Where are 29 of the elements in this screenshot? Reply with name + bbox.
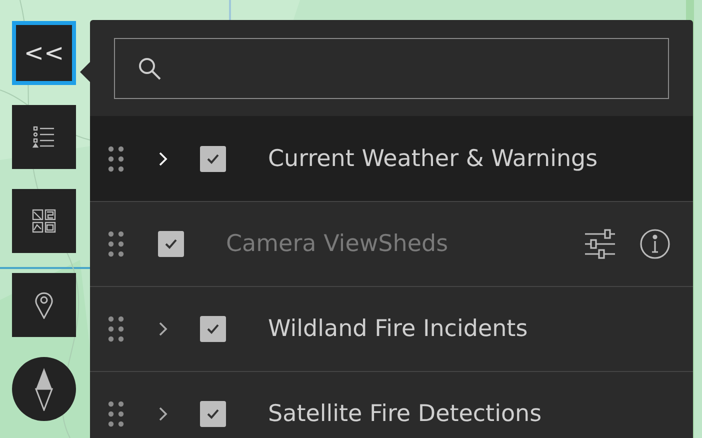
basemap-button[interactable] — [12, 189, 76, 253]
layer-row[interactable]: Wildland Fire Incidents — [90, 286, 693, 371]
sliders-icon[interactable] — [583, 227, 617, 261]
search-icon — [137, 56, 163, 82]
list-icon — [32, 125, 56, 149]
info-icon[interactable] — [639, 228, 671, 260]
layer-title: Wildland Fire Incidents — [268, 316, 529, 342]
layer-title: Satellite Fire Detections — [268, 401, 543, 427]
layer-title: Current Weather & Warnings — [268, 146, 599, 172]
search-field[interactable] — [114, 38, 669, 99]
checkbox[interactable] — [200, 316, 226, 342]
map-pin-icon — [34, 291, 54, 319]
checkbox[interactable] — [200, 146, 226, 172]
drag-handle-icon — [108, 145, 124, 173]
legend-button[interactable] — [12, 105, 76, 169]
checkbox[interactable] — [200, 401, 226, 427]
drag-handle-icon — [108, 400, 124, 428]
map-grid-icon — [32, 209, 56, 233]
drag-handle-icon — [108, 315, 124, 343]
chevron-right-icon[interactable] — [158, 406, 168, 422]
layer-row[interactable]: Satellite Fire Detections — [90, 371, 693, 438]
checkbox[interactable] — [158, 231, 184, 257]
chevron-right-icon[interactable] — [158, 321, 168, 337]
layer-row[interactable]: Current Weather & Warnings — [90, 116, 693, 201]
layer-title: Camera ViewSheds — [226, 231, 450, 257]
collapse-button[interactable]: << — [12, 21, 76, 85]
location-button[interactable] — [12, 273, 76, 337]
drag-handle-icon — [108, 230, 124, 258]
compass-icon — [35, 367, 53, 411]
